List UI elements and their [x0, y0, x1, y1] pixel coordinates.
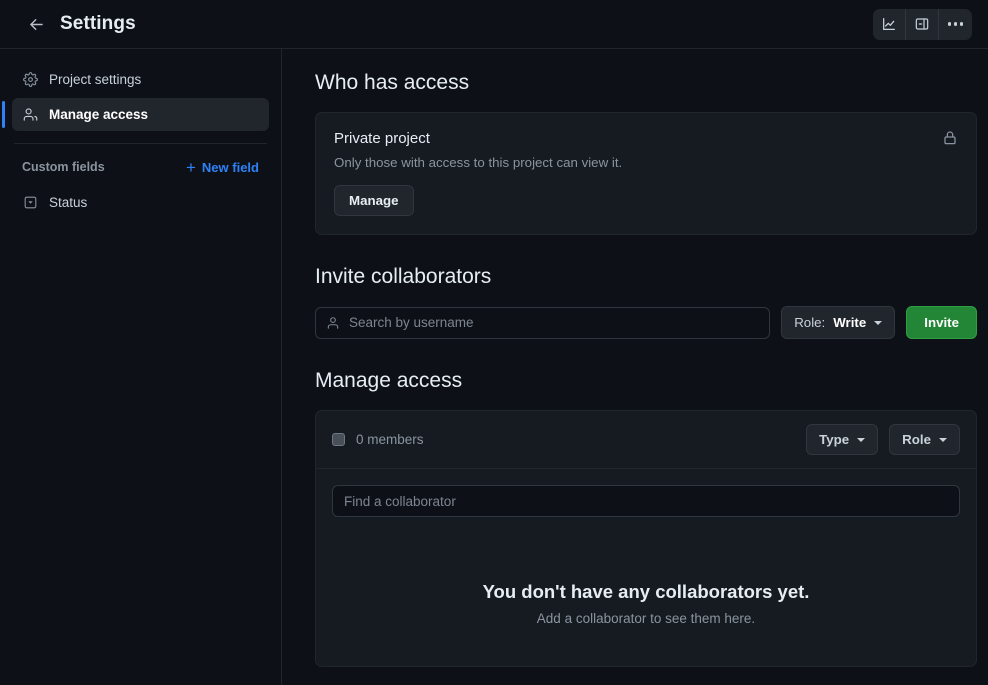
manage-access-card: 0 members Type Role Find a collaborator … — [315, 410, 977, 667]
toggle-panel-button[interactable] — [906, 8, 939, 40]
side-panel-icon — [915, 18, 929, 30]
sidebar: Project settings Manage access Custom fi… — [0, 49, 282, 685]
visibility-card: Private project Only those with access t… — [315, 112, 977, 235]
sidebar-item-label: Manage access — [49, 107, 149, 122]
chevron-down-icon — [939, 437, 947, 442]
manage-access-toolbar: 0 members Type Role — [316, 411, 976, 469]
new-field-label: New field — [201, 159, 259, 175]
header-actions — [873, 8, 972, 40]
three-dots-icon — [947, 22, 964, 26]
members-count-label: 0 members — [356, 432, 424, 447]
manage-access-body: Find a collaborator You don't have any c… — [316, 469, 976, 666]
who-has-access-title: Who has access — [315, 71, 470, 94]
more-options-button[interactable] — [939, 9, 972, 40]
manage-button[interactable]: Manage — [334, 185, 414, 216]
chevron-down-icon — [874, 320, 883, 325]
invite-search-input[interactable]: Search by username — [315, 306, 771, 339]
settings-page: Settings Project settings Manage access … — [0, 0, 988, 685]
visibility-description: Only those with access to this project c… — [334, 155, 623, 170]
gear-icon — [22, 72, 38, 87]
back-button[interactable] — [22, 10, 50, 38]
plus-icon: + — [185, 157, 196, 177]
invite-collaborators-title: Invite collaborators — [315, 265, 492, 288]
manage-access-filters: Type Role — [806, 424, 960, 455]
page-header: Settings — [0, 0, 988, 49]
manage-access-title: Manage access — [315, 369, 463, 392]
main-content: Who has access Private project Only thos… — [282, 49, 988, 685]
person-icon — [326, 316, 340, 330]
empty-state: You don't have any collaborators yet. Ad… — [332, 517, 960, 636]
type-filter-button[interactable]: Type — [806, 424, 879, 455]
custom-fields-label: Custom fields — [22, 160, 105, 174]
sidebar-item-manage-access[interactable]: Manage access — [2, 98, 269, 131]
visibility-heading: Private project — [334, 130, 430, 147]
page-title: Settings — [60, 13, 136, 34]
lock-icon — [942, 130, 958, 151]
role-filter-button[interactable]: Role — [889, 424, 960, 455]
select-all-checkbox[interactable] — [332, 433, 345, 446]
empty-state-subtitle: Add a collaborator to see them here. — [536, 611, 756, 626]
find-collaborator-input[interactable]: Find a collaborator — [332, 485, 960, 517]
custom-field-label: Status — [49, 195, 88, 210]
sidebar-item-label: Project settings — [49, 72, 142, 87]
sidebar-item-project-settings[interactable]: Project settings — [12, 63, 269, 96]
role-select-button[interactable]: Role: Write — [781, 306, 896, 339]
find-collaborator-placeholder: Find a collaborator — [344, 493, 456, 509]
invite-button[interactable]: Invite — [906, 306, 977, 339]
empty-state-title: You don't have any collaborators yet. — [482, 581, 810, 602]
sidebar-divider — [14, 143, 267, 144]
line-chart-icon — [883, 18, 895, 30]
sidebar-item-status[interactable]: Status — [12, 186, 269, 219]
arrow-left-icon — [29, 18, 43, 30]
chevron-down-icon — [857, 437, 866, 442]
role-filter-label: Role — [902, 432, 931, 447]
people-icon — [22, 107, 38, 122]
role-prefix-label: Role: — [794, 315, 826, 330]
insights-button[interactable] — [873, 8, 906, 40]
custom-fields-section-header: Custom fields + New field — [12, 154, 269, 180]
invite-search-placeholder: Search by username — [349, 315, 474, 330]
type-filter-label: Type — [819, 432, 850, 447]
single-select-icon — [22, 195, 38, 210]
page-body: Project settings Manage access Custom fi… — [0, 49, 988, 685]
role-value-label: Write — [833, 315, 867, 330]
invite-row: Search by username Role: Write Invite — [315, 306, 977, 339]
new-field-button[interactable]: + New field — [186, 159, 259, 176]
